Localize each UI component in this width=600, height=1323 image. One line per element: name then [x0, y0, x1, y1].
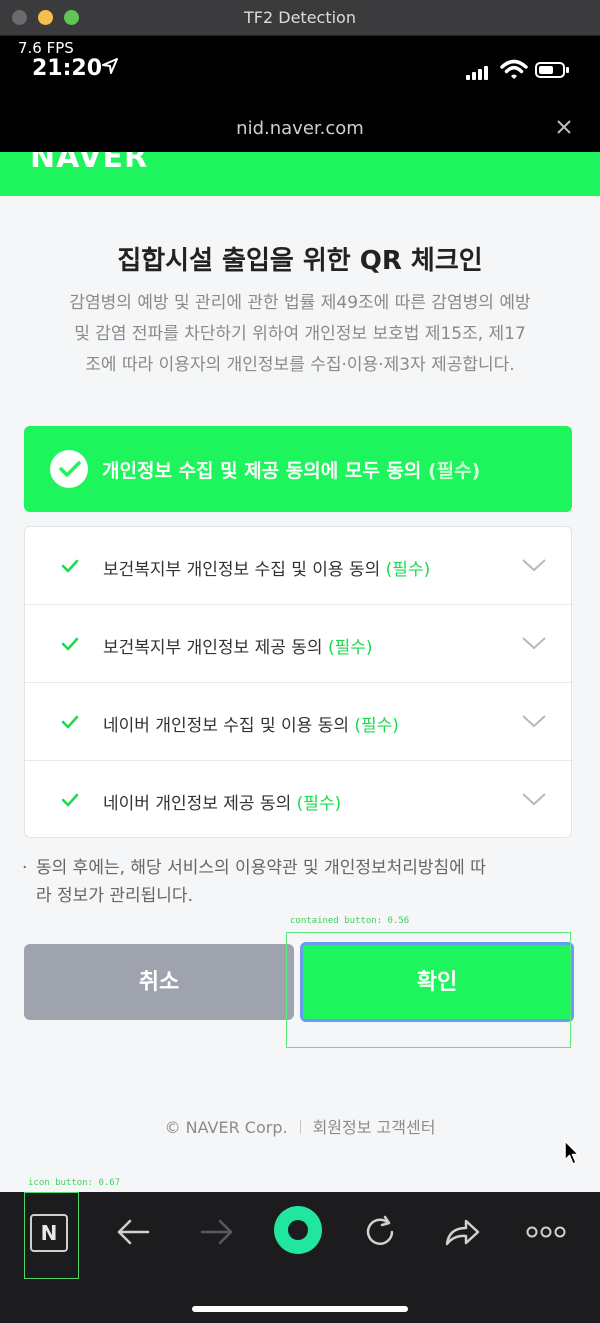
intro-line: 조에 따라 이용자의 개인정보를 수집·이용·제3자 제공합니다. — [85, 355, 515, 375]
consent-list: 보건복지부 개인정보 수집 및 이용 동의 (필수) 보건복지부 개인정보 제공… — [24, 526, 572, 838]
fps-counter: 7.6 FPS — [18, 39, 74, 57]
consent-item[interactable]: 네이버 개인정보 수집 및 이용 동의 (필수) — [25, 683, 571, 761]
home-indicator[interactable] — [192, 1306, 408, 1312]
check-circle-icon — [50, 450, 88, 488]
consent-item[interactable]: 보건복지부 개인정보 제공 동의 (필수) — [25, 605, 571, 683]
share-icon[interactable] — [440, 1210, 484, 1254]
consent-item[interactable]: 보건복지부 개인정보 수집 및 이용 동의 (필수) — [25, 527, 571, 605]
naver-header: NAVER — [0, 152, 600, 196]
check-icon[interactable] — [61, 714, 79, 733]
consent-label: 네이버 개인정보 제공 동의 (필수) — [103, 789, 341, 814]
consent-notice: · 동의 후에는, 해당 서비스의 이용약관 및 개인정보처리방침에 따 라 정… — [22, 854, 572, 910]
detection-label: contained button: 0.56 — [290, 916, 410, 926]
chevron-down-icon[interactable] — [521, 713, 547, 733]
browser-url-bar: nid.naver.com — [0, 106, 600, 152]
mouse-cursor-icon — [564, 1140, 580, 1170]
more-icon[interactable] — [524, 1210, 568, 1254]
intro-line: 감염병의 예방 및 관리에 관한 법률 제49조에 따른 감염병의 예방 — [69, 293, 531, 313]
naver-n-icon[interactable]: N — [30, 1214, 68, 1252]
help-center-link[interactable]: 회원정보 고객센터 — [313, 1118, 436, 1137]
forward-arrow-icon[interactable] — [194, 1210, 238, 1254]
page-title: 집합시설 출입을 위한 QR 체크인 — [117, 246, 483, 276]
consent-item[interactable]: 네이버 개인정보 제공 동의 (필수) — [25, 761, 571, 839]
naver-logo[interactable]: NAVER — [30, 152, 148, 175]
refresh-icon[interactable] — [358, 1210, 402, 1254]
notice-line: 라 정보가 관리됩니다. — [36, 886, 193, 906]
required-tag: (필수) — [327, 638, 373, 658]
required-tag: (필수) — [296, 794, 342, 814]
agree-all-text: 개인정보 수집 및 제공 동의에 모두 동의 — [102, 460, 422, 482]
wifi-icon — [500, 58, 528, 82]
required-tag: (필수) — [385, 560, 431, 580]
browser-toolbar: icon button: 0.67 N — [0, 1178, 600, 1323]
cancel-button[interactable]: 취소 — [24, 944, 294, 1020]
green-dot-icon[interactable] — [274, 1206, 322, 1254]
url-text[interactable]: nid.naver.com — [0, 118, 600, 139]
status-time: 21:20 — [32, 56, 103, 81]
agree-all-label: 개인정보 수집 및 제공 동의에 모두 동의 (필수) — [102, 456, 480, 483]
intro-line: 및 감염 전파를 차단하기 위하여 개인정보 보호법 제15조, 제17 — [74, 324, 526, 344]
consent-text: 보건복지부 개인정보 제공 동의 — [103, 638, 323, 658]
close-icon[interactable] — [556, 116, 572, 141]
notice-line: 동의 후에는, 해당 서비스의 이용약관 및 개인정보처리방침에 따 — [36, 858, 486, 878]
battery-icon — [535, 62, 569, 78]
footer-divider — [299, 1120, 301, 1134]
page-footer: © NAVER Corp. 회원정보 고객센터 — [0, 1114, 600, 1138]
check-icon[interactable] — [61, 558, 79, 577]
consent-label: 보건복지부 개인정보 제공 동의 (필수) — [103, 633, 372, 658]
web-page: NAVER 집합시설 출입을 위한 QR 체크인 감염병의 예방 및 관리에 관… — [0, 152, 600, 1192]
consent-label: 네이버 개인정보 수집 및 이용 동의 (필수) — [103, 711, 399, 736]
consent-text: 보건복지부 개인정보 수집 및 이용 동의 — [103, 560, 381, 580]
consent-text: 네이버 개인정보 수집 및 이용 동의 — [103, 716, 349, 736]
chevron-down-icon[interactable] — [521, 557, 547, 577]
intro-text: 감염병의 예방 및 관리에 관한 법률 제49조에 따른 감염병의 예방 및 감… — [24, 288, 576, 381]
required-tag: (필수) — [354, 716, 399, 736]
check-icon[interactable] — [61, 792, 79, 811]
agree-all-checkbox[interactable]: 개인정보 수집 및 제공 동의에 모두 동의 (필수) — [24, 426, 572, 512]
copyright-text: © NAVER Corp. — [164, 1118, 288, 1137]
location-arrow-icon — [102, 58, 118, 78]
window-titlebar: TF2 Detection — [0, 0, 600, 36]
check-icon[interactable] — [61, 636, 79, 655]
back-arrow-icon[interactable] — [112, 1210, 156, 1254]
status-bar: 7.6 FPS 21:20 — [0, 36, 600, 106]
window-title: TF2 Detection — [244, 8, 356, 27]
chevron-down-icon[interactable] — [521, 791, 547, 811]
consent-text: 네이버 개인정보 제공 동의 — [103, 794, 292, 814]
consent-label: 보건복지부 개인정보 수집 및 이용 동의 (필수) — [103, 555, 430, 580]
chevron-down-icon[interactable] — [521, 635, 547, 655]
notice-bullet: · — [22, 858, 28, 878]
required-tag: (필수) — [428, 460, 481, 482]
confirm-button[interactable]: 확인 — [300, 942, 574, 1022]
cellular-signal-icon — [466, 66, 492, 80]
detection-label: icon button: 0.67 — [28, 1178, 121, 1188]
